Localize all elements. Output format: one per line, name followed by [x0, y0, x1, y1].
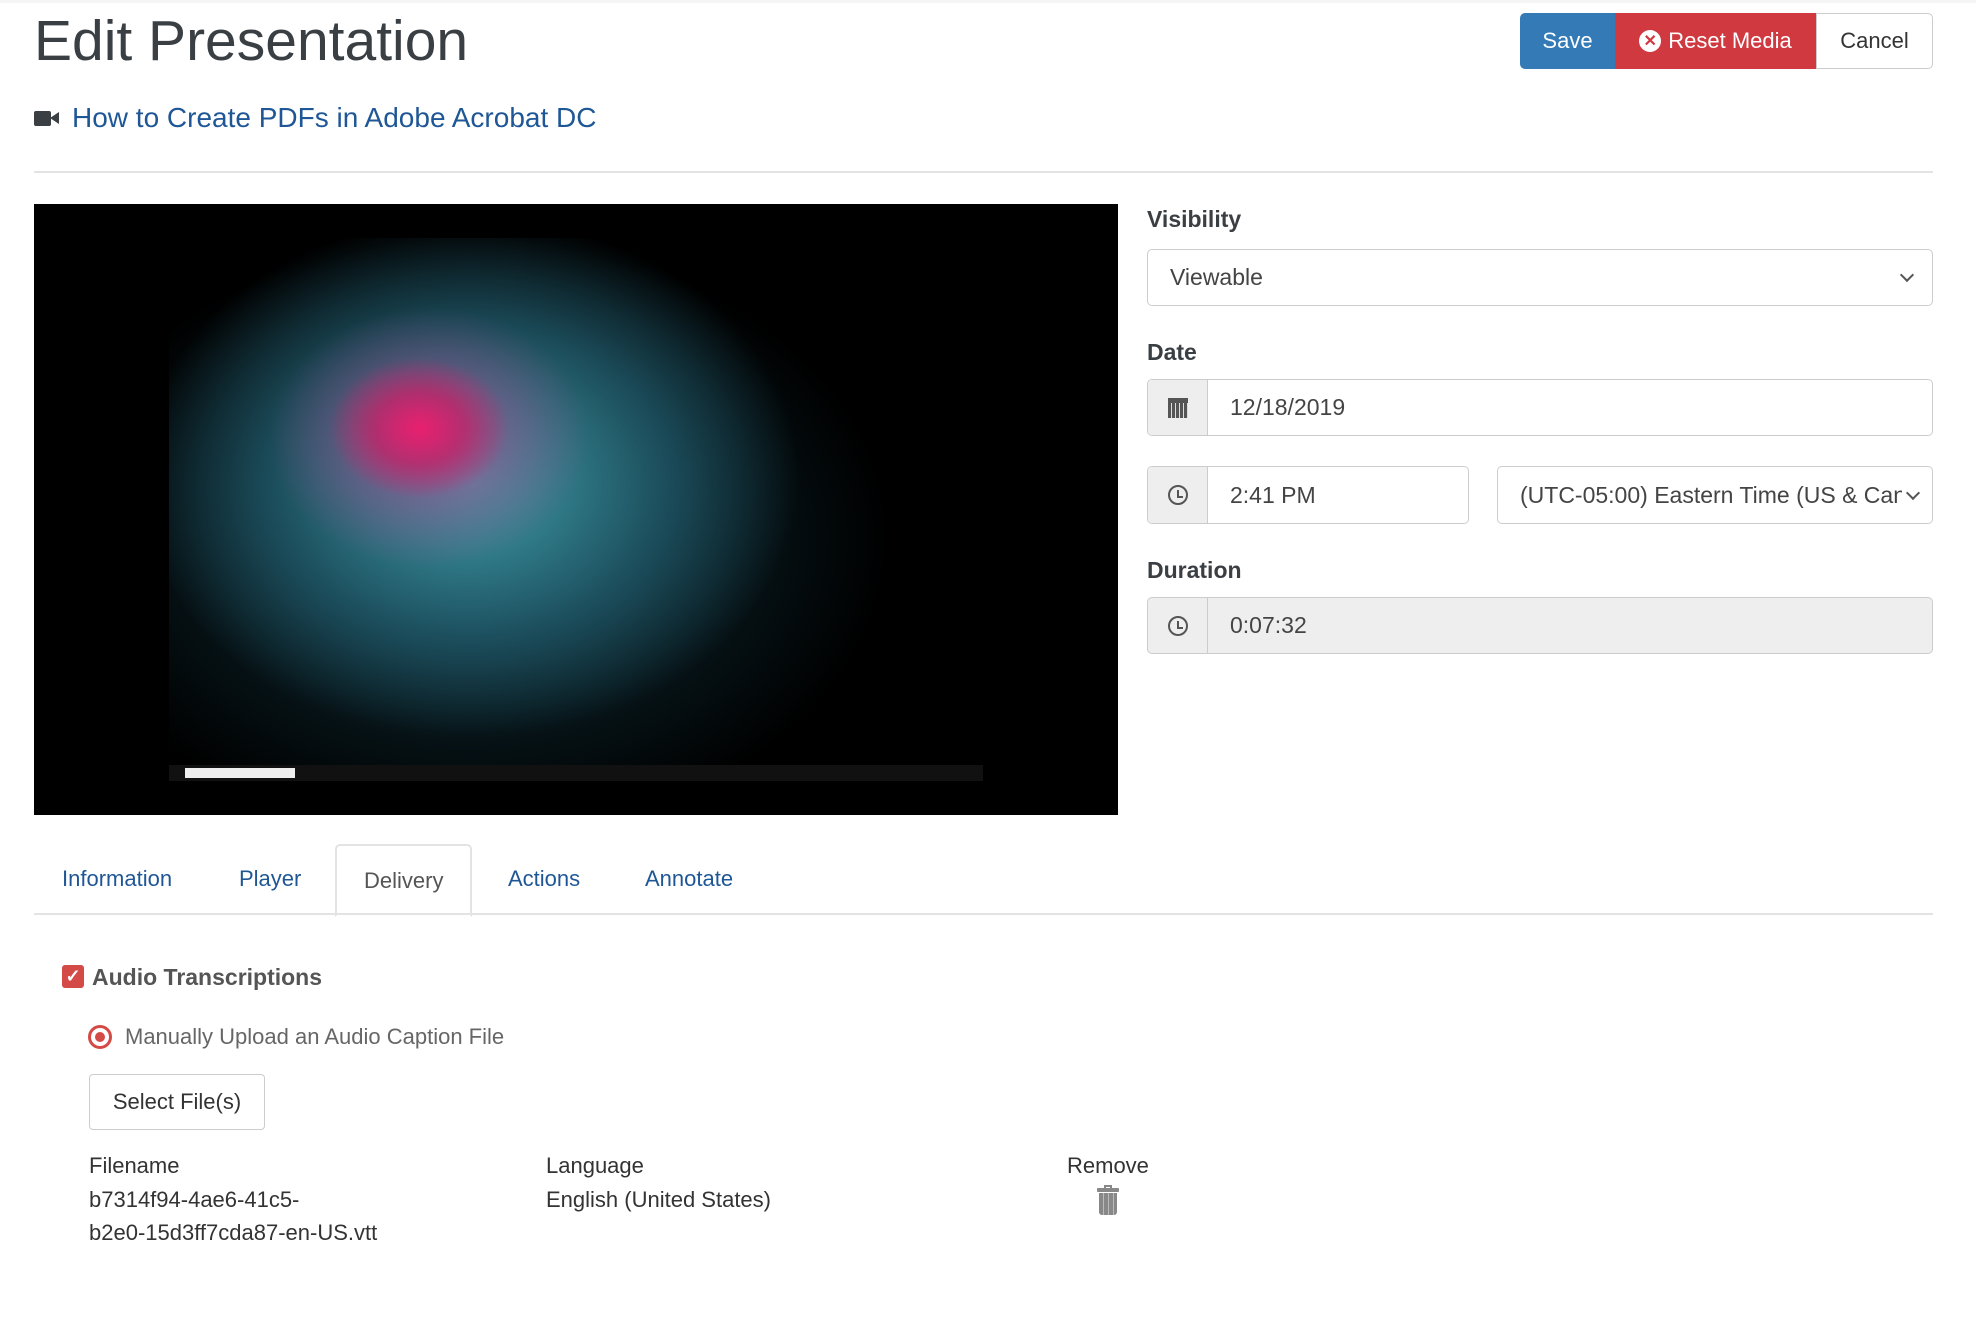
chevron-down-icon [1899, 267, 1915, 283]
presentation-link-text: How to Create PDFs in Adobe Acrobat DC [72, 102, 597, 133]
divider [34, 171, 1933, 173]
duration-value: 0:07:32 [1230, 612, 1307, 638]
tab-bar: Information Player Delivery Actions Anno… [34, 844, 1933, 917]
language-header: Language [546, 1153, 644, 1178]
timezone-select[interactable]: (UTC-05:00) Eastern Time (US & Cana [1497, 466, 1933, 524]
time-input[interactable]: 2:41 PM [1147, 466, 1469, 524]
date-input[interactable]: 12/18/2019 [1147, 379, 1933, 436]
video-camera-icon [34, 109, 60, 127]
presentation-link[interactable]: How to Create PDFs in Adobe Acrobat DC [34, 102, 596, 134]
tab-actions[interactable]: Actions [508, 866, 580, 892]
audio-transcriptions-checkbox[interactable]: ✓ [62, 965, 84, 988]
visibility-value: Viewable [1170, 264, 1263, 290]
top-bar [0, 0, 1976, 3]
filename-header: Filename [89, 1153, 180, 1178]
timezone-value: (UTC-05:00) Eastern Time (US & Cana [1520, 481, 1902, 508]
video-taskbar [169, 765, 983, 781]
save-button[interactable]: Save [1520, 13, 1615, 69]
video-frame [169, 238, 983, 781]
manual-upload-radio[interactable] [88, 1025, 112, 1049]
chevron-down-icon [1905, 485, 1921, 500]
manual-upload-label: Manually Upload an Audio Caption File [125, 1024, 505, 1049]
action-buttons: Save ✕ Reset Media Cancel [1520, 13, 1933, 69]
date-label: Date [1147, 339, 1197, 365]
filename-line2: b2e0-15d3ff7cda87-en-US.vtt [89, 1220, 378, 1245]
duration-input: 0:07:32 [1147, 597, 1933, 654]
filename-line1: b7314f94-4ae6-41c5- [89, 1187, 300, 1212]
trash-icon[interactable] [1097, 1185, 1119, 1215]
duration-label: Duration [1147, 557, 1242, 583]
date-value: 12/18/2019 [1230, 394, 1346, 420]
select-files-button[interactable]: Select File(s) [89, 1074, 265, 1130]
visibility-label: Visibility [1147, 206, 1242, 232]
remove-header: Remove [1067, 1153, 1149, 1178]
language-value: English (United States) [546, 1187, 771, 1212]
tab-delivery[interactable]: Delivery [335, 844, 473, 917]
visibility-select[interactable]: Viewable [1147, 249, 1933, 306]
calendar-icon [1167, 397, 1188, 418]
audio-transcriptions-label: Audio Transcriptions [92, 964, 323, 990]
video-player[interactable] [34, 204, 1118, 815]
reset-media-label: Reset Media [1668, 28, 1792, 53]
tab-player[interactable]: Player [239, 866, 301, 892]
page-title: Edit Presentation [34, 9, 469, 73]
tab-annotate[interactable]: Annotate [645, 866, 733, 892]
cancel-button[interactable]: Cancel [1816, 13, 1933, 69]
close-circle-icon: ✕ [1639, 30, 1662, 52]
reset-media-button[interactable]: ✕ Reset Media [1615, 13, 1816, 69]
clock-icon [1167, 615, 1188, 636]
tab-information[interactable]: Information [62, 866, 172, 892]
time-value: 2:41 PM [1230, 481, 1316, 508]
clock-icon [1167, 485, 1188, 505]
